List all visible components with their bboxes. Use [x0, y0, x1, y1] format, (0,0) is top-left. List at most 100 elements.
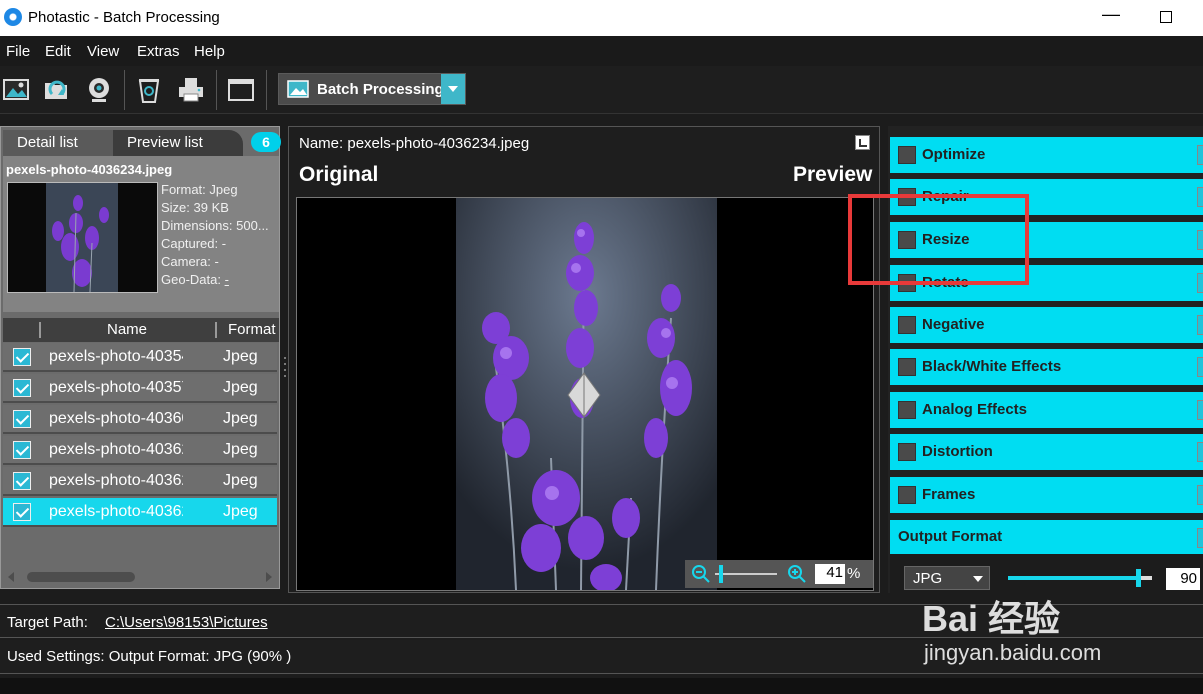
file-row[interactable]: pexels-photo-4036233 Jpeg	[3, 467, 277, 496]
detail-geo-data: Geo-Data: -	[161, 272, 279, 287]
zoom-in-icon[interactable]	[787, 564, 807, 584]
menu-help[interactable]: Help	[194, 43, 225, 60]
panel-splitter[interactable]	[283, 355, 287, 381]
quality-input[interactable]: 90	[1166, 568, 1200, 590]
option-expand[interactable]	[1197, 273, 1203, 293]
row-filename: pexels-photo-4036234	[49, 503, 183, 520]
option-checkbox[interactable]	[898, 316, 916, 334]
target-path-link[interactable]: C:\Users\98153\Pictures	[105, 614, 268, 631]
option-optimize[interactable]: Optimize	[890, 137, 1203, 173]
option-expand[interactable]	[1197, 230, 1203, 250]
detail-camera: Camera: -	[161, 254, 219, 269]
row-checkbox[interactable]	[13, 472, 31, 490]
file-row[interactable]: pexels-photo-4035485 Jpeg	[3, 343, 277, 372]
option-expand[interactable]	[1197, 528, 1203, 548]
batch-dropdown-arrow[interactable]	[441, 74, 465, 104]
output-format-label: Output Format	[898, 528, 1003, 545]
expand-icon[interactable]	[855, 135, 870, 150]
file-count-badge: 6	[251, 132, 281, 152]
row-filename: pexels-photo-4035485	[49, 348, 183, 365]
column-divider[interactable]	[215, 322, 217, 338]
original-label: Original	[299, 163, 379, 186]
option-checkbox[interactable]	[898, 358, 916, 376]
file-row[interactable]: pexels-photo-4036008 Jpeg	[3, 405, 277, 434]
option-checkbox[interactable]	[898, 486, 916, 504]
batch-icon	[287, 80, 309, 98]
toolbar-separator	[266, 70, 267, 110]
option-checkbox[interactable]	[898, 401, 916, 419]
row-checkbox[interactable]	[13, 441, 31, 459]
option-black-white-effects[interactable]: Black/White Effects	[890, 349, 1203, 385]
zoom-out-icon[interactable]	[691, 564, 711, 584]
menu-edit[interactable]: Edit	[45, 43, 71, 60]
menu-file[interactable]: File	[6, 43, 30, 60]
option-expand[interactable]	[1197, 485, 1203, 505]
option-checkbox[interactable]	[898, 443, 916, 461]
scrollbar-thumb[interactable]	[27, 572, 135, 582]
option-expand[interactable]	[1197, 400, 1203, 420]
menu-extras[interactable]: Extras	[137, 43, 180, 60]
recycle-bin-icon[interactable]	[134, 75, 164, 105]
row-checkbox[interactable]	[13, 503, 31, 521]
baidu-watermark: Bai 经验 jingyan.baidu.com	[922, 590, 1122, 670]
option-analog-effects[interactable]: Analog Effects	[890, 392, 1203, 428]
option-expand[interactable]	[1197, 357, 1203, 377]
scroll-right-icon[interactable]	[265, 572, 273, 582]
column-name[interactable]: Name	[107, 321, 147, 338]
maximize-button[interactable]	[1160, 11, 1172, 23]
zoom-slider[interactable]	[715, 573, 777, 575]
detail-dimensions: Dimensions: 500...	[161, 218, 269, 233]
taskbar-strip	[0, 678, 1203, 694]
image-name-label: Name: pexels-photo-4036234.jpeg	[299, 135, 530, 152]
column-format[interactable]: Format	[228, 321, 276, 338]
minimize-button[interactable]: —	[1102, 4, 1120, 25]
option-label: Black/White Effects	[922, 358, 1062, 375]
row-checkbox[interactable]	[13, 348, 31, 366]
list-header: Name Format	[3, 318, 279, 342]
open-image-icon[interactable]	[2, 75, 32, 105]
option-expand[interactable]	[1197, 187, 1203, 207]
row-checkbox[interactable]	[13, 379, 31, 397]
format-value: JPG	[913, 570, 943, 587]
format-select[interactable]: JPG	[904, 566, 990, 590]
option-distortion[interactable]: Distortion	[890, 434, 1203, 470]
image-canvas[interactable]: 41 %	[296, 197, 874, 591]
printer-icon[interactable]	[176, 75, 206, 105]
zoom-input[interactable]: 41	[815, 564, 845, 584]
rotate-folder-icon[interactable]	[42, 75, 72, 105]
target-path-label: Target Path:	[7, 614, 88, 631]
file-row[interactable]: pexels-photo-4036232 Jpeg	[3, 436, 277, 465]
batch-processing-button[interactable]: Batch Processing	[278, 73, 466, 105]
file-row[interactable]: pexels-photo-4035716 Jpeg	[3, 374, 277, 403]
option-frames[interactable]: Frames	[890, 477, 1203, 513]
output-format-header[interactable]: Output Format	[890, 520, 1203, 554]
preview-label: Preview	[793, 163, 873, 186]
option-label: Analog Effects	[922, 401, 1028, 418]
quality-slider-handle[interactable]	[1136, 569, 1141, 587]
zoom-unit: %	[847, 565, 861, 582]
option-expand[interactable]	[1197, 442, 1203, 462]
row-filename: pexels-photo-4035716	[49, 379, 183, 396]
zoom-slider-handle[interactable]	[719, 565, 723, 583]
webcam-icon[interactable]	[84, 75, 114, 105]
option-expand[interactable]	[1197, 145, 1203, 165]
geo-data-link[interactable]: -	[225, 272, 229, 287]
toolbar-separator	[124, 70, 125, 110]
horizontal-scrollbar[interactable]	[5, 569, 277, 585]
quality-slider[interactable]	[1008, 569, 1152, 587]
row-format: Jpeg	[223, 410, 258, 427]
tab-detail-list[interactable]: Detail list	[3, 130, 113, 156]
menu-view[interactable]: View	[87, 43, 119, 60]
file-row-selected[interactable]: pexels-photo-4036234 Jpeg	[3, 498, 277, 527]
row-checkbox[interactable]	[13, 410, 31, 428]
option-negative[interactable]: Negative	[890, 307, 1203, 343]
tab-preview-list[interactable]: Preview list	[113, 130, 243, 156]
window-icon[interactable]	[226, 75, 256, 105]
scroll-left-icon[interactable]	[7, 572, 15, 582]
compare-split-handle[interactable]	[567, 372, 601, 418]
option-expand[interactable]	[1197, 315, 1203, 335]
file-details: pexels-photo-4036234.jpeg Format: Jpeg S…	[3, 156, 279, 312]
column-divider[interactable]	[39, 322, 41, 338]
option-checkbox[interactable]	[898, 146, 916, 164]
output-format-settings: JPG 90	[890, 554, 1203, 593]
